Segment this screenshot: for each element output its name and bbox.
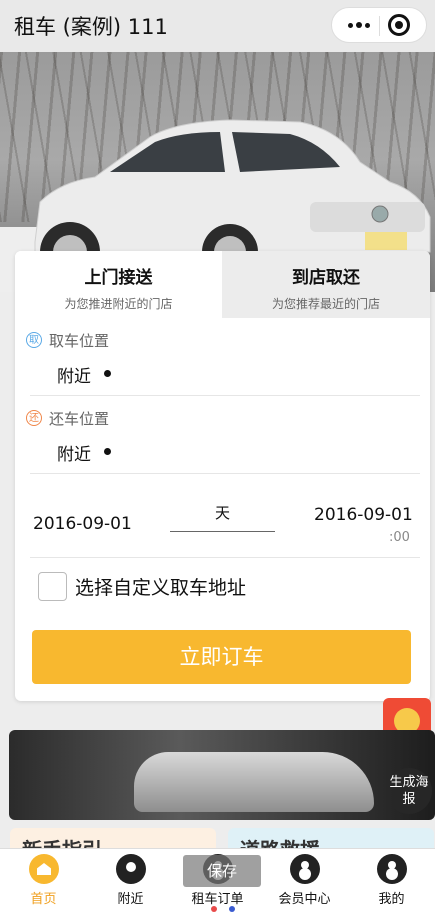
- member-icon: [290, 854, 320, 884]
- booking-card: 上门接送 为您推进附近的门店 到店取还 为您推荐最近的门店 取 取车位置 附近 …: [15, 251, 430, 701]
- banner-car-image: [134, 752, 374, 812]
- return-date[interactable]: 2016-09-01: [314, 505, 413, 525]
- custom-address-checkbox[interactable]: [38, 572, 67, 601]
- pickup-location-text: 附近: [57, 367, 91, 387]
- tab-store-pickup[interactable]: 到店取还 为您推荐最近的门店: [222, 251, 430, 318]
- tabbar-item-home[interactable]: 首页: [0, 849, 87, 909]
- tabbar-item-nearby[interactable]: 附近: [87, 849, 174, 909]
- tabbar-label: 首页: [30, 892, 57, 907]
- pager-dot: [229, 906, 235, 912]
- rescue-card[interactable]: 道路救援: [228, 828, 434, 850]
- pickup-label: 取车位置: [49, 332, 110, 350]
- book-now-button[interactable]: 立即订车: [32, 630, 411, 684]
- divider: [30, 557, 420, 558]
- tab-title: 到店取还: [292, 268, 360, 288]
- profile-icon: [377, 854, 407, 884]
- return-location-text: 附近: [57, 445, 91, 465]
- return-location-value[interactable]: 附近: [57, 440, 91, 465]
- save-tooltip: 保存: [183, 855, 261, 887]
- pickup-date[interactable]: 2016-09-01: [33, 514, 132, 534]
- tabbar-label: 租车订单: [191, 892, 244, 907]
- return-time: :00: [389, 530, 410, 545]
- rental-days-label: 天: [215, 504, 231, 522]
- pickup-dot-icon: [104, 370, 111, 377]
- miniprogram-capsule: [331, 7, 427, 43]
- tab-door-to-door[interactable]: 上门接送 为您推进附近的门店: [15, 251, 222, 318]
- tabbar-item-profile[interactable]: 我的: [348, 849, 435, 909]
- custom-address-label: 选择自定义取车地址: [75, 577, 247, 599]
- tabbar-label: 会员中心: [278, 892, 331, 907]
- capsule-divider: [379, 16, 380, 36]
- tab-subtitle: 为您推荐最近的门店: [271, 297, 380, 311]
- tabbar-item-member[interactable]: 会员中心: [261, 849, 348, 909]
- location-icon: [116, 854, 146, 884]
- rental-days-input[interactable]: [170, 531, 275, 532]
- tab-subtitle: 为您推进附近的门店: [64, 297, 173, 311]
- generate-poster-button[interactable]: 生成海报: [386, 768, 432, 814]
- tab-title: 上门接送: [84, 268, 153, 288]
- divider: [30, 395, 420, 396]
- tabbar-label: 附近: [117, 892, 144, 907]
- tabbar-label: 我的: [378, 892, 405, 907]
- pickup-location-value[interactable]: 附近: [57, 362, 91, 387]
- page-title: 租车 (案例) 111: [14, 15, 168, 39]
- return-label: 还车位置: [49, 410, 110, 428]
- return-dot-icon: [104, 448, 111, 455]
- guide-card[interactable]: 新手指引: [10, 828, 216, 850]
- close-miniprogram-icon[interactable]: [388, 14, 410, 36]
- pager-dot: [211, 906, 217, 912]
- return-location-section: 还 还车位置 附近: [15, 408, 430, 468]
- home-icon: [29, 854, 59, 884]
- more-menu-icon[interactable]: [340, 8, 378, 42]
- navigation-bar: 租车 (案例) 111: [0, 0, 435, 52]
- pickup-location-section: 取 取车位置 附近: [15, 330, 430, 390]
- divider: [30, 473, 420, 474]
- pickup-badge-icon: 取: [26, 332, 42, 348]
- return-badge-icon: 还: [26, 410, 42, 426]
- promo-banner[interactable]: [9, 730, 435, 820]
